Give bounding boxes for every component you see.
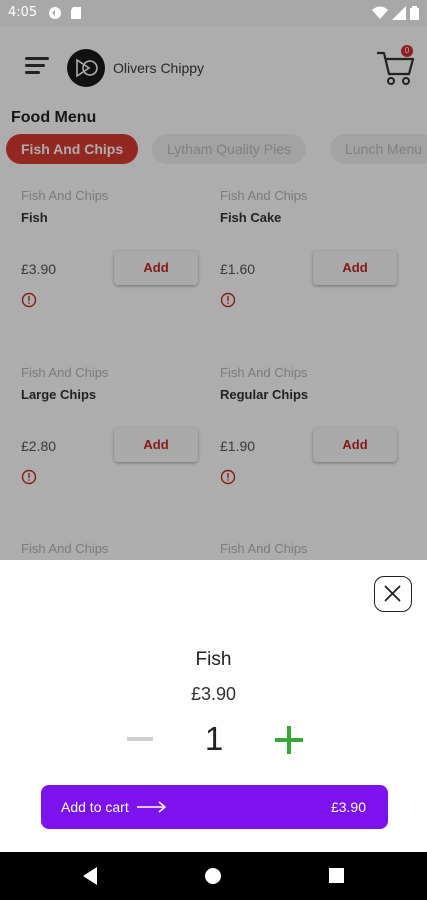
quantity-value: 1: [204, 720, 224, 757]
home-icon[interactable]: [205, 868, 221, 884]
status-bar: 4:05: [0, 0, 427, 27]
signal-icon: [392, 6, 406, 20]
selected-item-name: Fish: [195, 649, 232, 670]
add-item-sheet: Fish £3.90 1 Add to cart £3.90: [0, 560, 427, 852]
notification-icon: [49, 7, 61, 19]
system-nav-bar: [0, 852, 427, 900]
status-time: 4:05: [8, 5, 38, 20]
close-button[interactable]: [374, 576, 412, 612]
cart-total: £3.90: [330, 799, 366, 815]
add-to-cart-button[interactable]: Add to cart £3.90: [41, 785, 388, 829]
recents-icon[interactable]: [329, 868, 344, 883]
modal-backdrop[interactable]: [0, 27, 427, 560]
arrow-right-icon: [137, 801, 167, 813]
sd-card-icon: [71, 7, 81, 19]
wifi-icon: [372, 6, 388, 19]
back-icon[interactable]: [82, 866, 98, 886]
close-icon: [384, 585, 401, 602]
increase-quantity-button[interactable]: [275, 726, 303, 754]
battery-icon: [410, 6, 419, 20]
decrease-quantity-button[interactable]: [127, 737, 153, 741]
add-to-cart-label: Add to cart: [61, 799, 129, 815]
selected-item-price: £3.90: [190, 684, 237, 704]
